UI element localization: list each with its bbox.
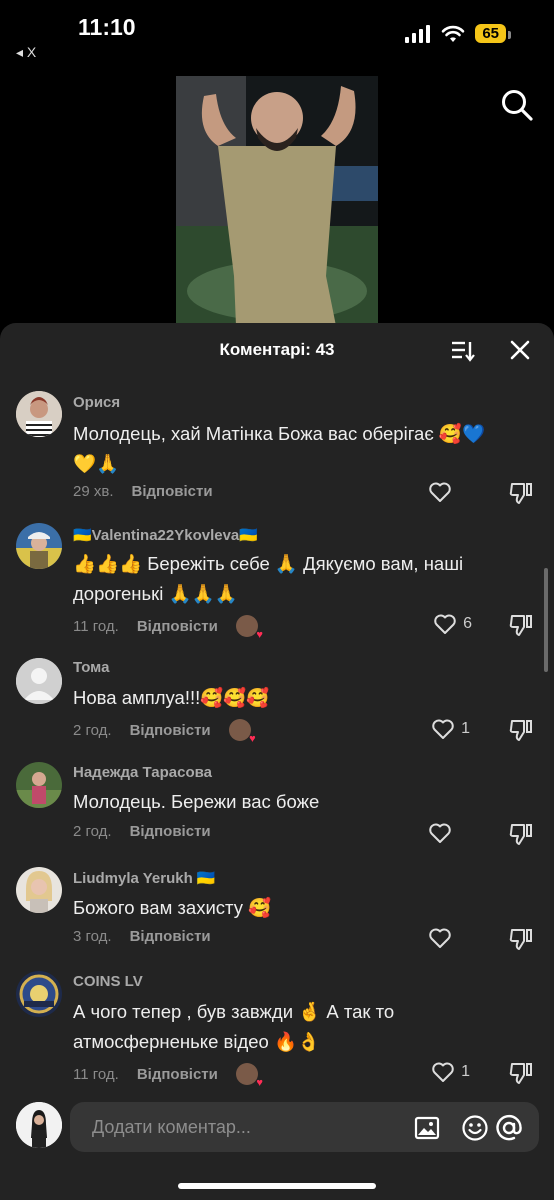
- comment-author[interactable]: 🇺🇦Valentina22Ykovleva🇺🇦: [73, 526, 258, 544]
- dislike-icon[interactable]: [508, 613, 534, 637]
- avatar[interactable]: [16, 658, 62, 704]
- heart-outline-icon: [432, 1062, 454, 1082]
- creator-liked-avatar: [235, 1063, 263, 1089]
- heart-outline-icon: [429, 482, 451, 502]
- comment-time: 29 хв.: [73, 483, 114, 500]
- reply-button[interactable]: Відповісти: [137, 618, 218, 635]
- comment-author[interactable]: Liudmyla Yerukh 🇺🇦: [73, 869, 216, 887]
- creator-liked-avatar: [235, 615, 263, 641]
- comment-input-placeholder: Додати коментар...: [92, 1117, 251, 1137]
- comment-meta: 2 год. Відповісти: [73, 719, 256, 745]
- avatar[interactable]: [16, 391, 62, 437]
- comment-author[interactable]: Орися: [73, 394, 120, 411]
- wifi-icon: [442, 25, 465, 42]
- status-bar: 11:10 ◂ X 65: [0, 0, 554, 70]
- heart-outline-icon: [429, 928, 451, 948]
- video-preview[interactable]: [176, 76, 378, 326]
- signal-icon: [405, 24, 431, 43]
- comment-text-line: атмосферненьке відео 🔥👌: [73, 1031, 321, 1052]
- comment-time: 2 год.: [73, 721, 112, 739]
- avatar[interactable]: [16, 971, 62, 1017]
- sort-icon[interactable]: [450, 338, 476, 364]
- dislike-icon[interactable]: [508, 1061, 534, 1085]
- like-button[interactable]: [428, 927, 458, 949]
- avatar[interactable]: [16, 762, 62, 808]
- mention-icon[interactable]: [495, 1114, 523, 1142]
- comment-text-line: А чого тепер , був завжди 🤞 А так то: [73, 1001, 395, 1022]
- close-icon[interactable]: [508, 338, 532, 362]
- image-icon[interactable]: [413, 1114, 441, 1142]
- comment-text-line: 👍👍👍 Бережіть себе 🙏 Дякуємо вам, наші: [73, 553, 464, 574]
- comment-text-line: дорогенькі 🙏🙏🙏: [73, 583, 238, 604]
- creator-liked-avatar: [228, 719, 256, 745]
- avatar[interactable]: [16, 523, 62, 569]
- reply-button[interactable]: Відповісти: [132, 483, 213, 500]
- comments-header: Коментарі: 43: [0, 323, 554, 377]
- comment-meta: 11 год. Відповісти: [73, 615, 263, 641]
- emoji-icon[interactable]: [461, 1114, 489, 1142]
- like-count: 6: [463, 615, 472, 632]
- comment-text: Нова амплуа!!!🥰🥰🥰: [73, 683, 528, 713]
- comment-input-bar: Додати коментар...: [0, 1100, 554, 1160]
- back-to-app-link[interactable]: ◂ X: [16, 44, 36, 61]
- reply-button[interactable]: Відповісти: [137, 1066, 218, 1083]
- heart-outline-icon: [432, 719, 454, 739]
- dislike-icon[interactable]: [508, 718, 534, 742]
- reply-button[interactable]: Відповісти: [130, 928, 211, 945]
- avatar[interactable]: [16, 867, 62, 913]
- dislike-icon[interactable]: [508, 927, 534, 951]
- clock: 11:10: [78, 14, 136, 40]
- dislike-icon[interactable]: [508, 822, 534, 846]
- search-icon[interactable]: [500, 88, 534, 122]
- like-button[interactable]: 1: [431, 1061, 470, 1083]
- comment-text-line: 💛🙏: [73, 453, 120, 474]
- system-icons: 65: [405, 24, 511, 43]
- comment-author[interactable]: Надежда Тарасова: [73, 764, 212, 781]
- comment-time: 11 год.: [73, 617, 119, 635]
- home-indicator[interactable]: [178, 1183, 376, 1189]
- comments-sheet: Коментарі: 43 Орися Молодець, хай Матінк…: [0, 323, 554, 1200]
- comment-text: 👍👍👍 Бережіть себе 🙏 Дякуємо вам, наші до…: [73, 549, 528, 609]
- comment-text-line: Молодець, хай Матінка Божа вас оберігає …: [73, 423, 485, 444]
- like-button[interactable]: 1: [431, 718, 470, 740]
- comment-text: Божого вам захисту 🥰: [73, 893, 528, 923]
- like-button[interactable]: 6: [433, 613, 472, 635]
- comments-scrollbar[interactable]: [544, 568, 548, 672]
- current-user-avatar[interactable]: [16, 1102, 62, 1148]
- comment-meta: 11 год. Відповісти: [73, 1063, 263, 1089]
- like-count: 1: [461, 720, 470, 737]
- dislike-icon[interactable]: [508, 481, 534, 505]
- like-button[interactable]: [428, 481, 458, 503]
- comment-meta: 29 хв. Відповісти: [73, 483, 213, 500]
- comment-text-line: Божого вам захисту 🥰: [73, 897, 272, 918]
- like-count: 1: [461, 1063, 470, 1080]
- comment-meta: 2 год. Відповісти: [73, 823, 211, 840]
- comment-author[interactable]: Тома: [73, 659, 109, 676]
- comment-time: 3 год.: [73, 928, 112, 945]
- battery-indicator: 65: [475, 24, 511, 43]
- comment-text-line: Молодець. Бережи вас боже: [73, 791, 320, 812]
- comment-text: Молодець. Бережи вас боже: [73, 787, 528, 817]
- comment-author[interactable]: COINS LV: [73, 973, 143, 990]
- heart-outline-icon: [429, 823, 451, 843]
- video-frame-image: [176, 76, 378, 326]
- reply-button[interactable]: Відповісти: [130, 722, 211, 739]
- reply-button[interactable]: Відповісти: [130, 823, 211, 840]
- comment-meta: 3 год. Відповісти: [73, 928, 211, 945]
- comment-time: 11 год.: [73, 1065, 119, 1083]
- comment-text: Молодець, хай Матінка Божа вас оберігає …: [73, 419, 528, 479]
- heart-outline-icon: [434, 614, 456, 634]
- comment-input[interactable]: Додати коментар...: [70, 1102, 539, 1152]
- comment-time: 2 год.: [73, 823, 112, 840]
- like-button[interactable]: [428, 822, 458, 844]
- comment-text: А чого тепер , був завжди 🤞 А так то атм…: [73, 997, 528, 1057]
- comment-text-line: Нова амплуа!!!🥰🥰🥰: [73, 687, 270, 708]
